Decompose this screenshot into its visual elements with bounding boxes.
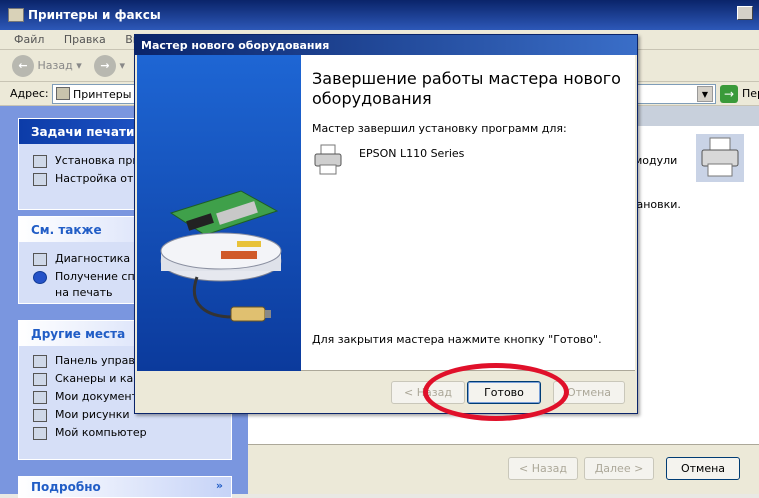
- document-icon: [33, 253, 47, 266]
- printers-folder-icon: [56, 87, 70, 100]
- forward-button[interactable]: → ▾: [94, 55, 125, 79]
- printer-icon: [696, 134, 744, 182]
- fax-icon: [33, 173, 47, 186]
- printer-icon: [314, 144, 342, 175]
- link-my-computer[interactable]: Мой компьютер: [19, 424, 231, 442]
- control-panel-icon: [33, 355, 47, 368]
- go-arrow-icon[interactable]: →: [720, 85, 738, 103]
- dialog-installed-text: Мастер завершил установку программ для:: [312, 122, 567, 135]
- hardware-wizard-icon: [137, 55, 301, 371]
- forward-arrow-icon: →: [94, 55, 116, 77]
- pictures-folder-icon: [33, 409, 47, 422]
- chevron-down-icon[interactable]: ▼: [697, 86, 713, 102]
- dialog-body: Завершение работы мастера нового оборудо…: [137, 55, 635, 371]
- bg-back-button[interactable]: < Назад: [508, 457, 578, 480]
- folder-icon: [33, 391, 47, 404]
- bg-next-button[interactable]: Далее >: [584, 457, 654, 480]
- content-text-modules: модули: [634, 154, 678, 167]
- window-control-button[interactable]: [737, 6, 753, 20]
- camera-icon: [33, 373, 47, 386]
- computer-icon: [33, 427, 47, 440]
- details-header[interactable]: Подробно: [19, 477, 231, 497]
- menu-edit[interactable]: Правка: [64, 33, 106, 46]
- device-name: EPSON L110 Series: [359, 147, 465, 160]
- address-value: Принтеры и: [73, 88, 143, 101]
- back-button[interactable]: ← Назад ▾: [12, 55, 82, 79]
- details-panel: Подробно »: [18, 476, 232, 498]
- window-title: Принтеры и факсы: [28, 8, 161, 22]
- address-label: Адрес:: [10, 87, 49, 100]
- chevron-down-icon[interactable]: »: [216, 479, 223, 492]
- dialog-heading: Завершение работы мастера нового оборудо…: [312, 69, 621, 108]
- bg-cancel-button[interactable]: Отмена: [666, 457, 740, 480]
- background-wizard-buttons: < Назад Далее > Отмена: [248, 444, 759, 494]
- new-hardware-wizard-dialog: Мастер нового оборудования Завершение ра…: [134, 34, 638, 414]
- cancel-button[interactable]: Отмена: [553, 381, 625, 404]
- back-arrow-icon: ←: [12, 55, 34, 77]
- printer-icon: [33, 155, 47, 168]
- dialog-titlebar[interactable]: Мастер нового оборудования: [135, 35, 637, 55]
- go-label[interactable]: Пер: [742, 87, 759, 100]
- menu-file[interactable]: Файл: [14, 33, 44, 46]
- window-titlebar[interactable]: Принтеры и факсы: [0, 0, 759, 30]
- back-button[interactable]: < Назад: [391, 381, 465, 404]
- printers-folder-icon: [8, 8, 24, 22]
- finish-button[interactable]: Готово: [467, 381, 541, 404]
- help-icon: [33, 271, 47, 284]
- dialog-close-hint: Для закрытия мастера нажмите кнопку "Гот…: [312, 333, 602, 346]
